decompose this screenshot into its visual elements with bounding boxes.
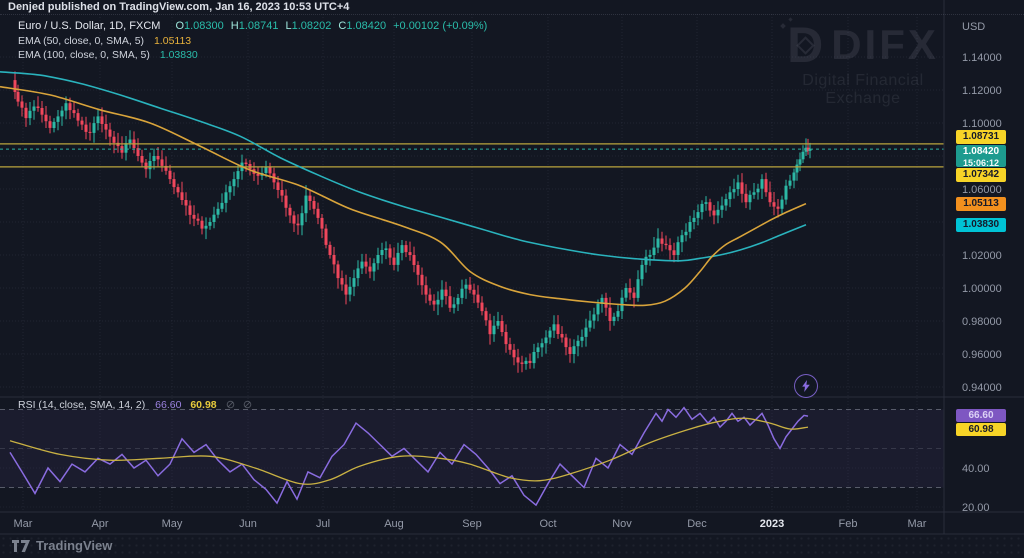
price-axis-drag-area[interactable] bbox=[944, 0, 1024, 535]
open-value: 1.08300 bbox=[184, 20, 224, 32]
published-strip: Denjed published on TradingView.com, Jan… bbox=[0, 0, 1024, 15]
tradingview-icon bbox=[12, 540, 31, 552]
tradingview-label: TradingView bbox=[36, 538, 112, 553]
ema50-value: 1.05113 bbox=[154, 35, 191, 47]
trading-chart-window: USD1.140001.120001.100001.060001.020001.… bbox=[0, 0, 1024, 558]
ema50-price-badge: 1.05113 bbox=[956, 197, 1006, 211]
indicator-row-rsi[interactable]: RSI (14, close, SMA, 14, 2) 66.60 60.98 bbox=[18, 399, 252, 412]
quick-trade-lightning-button[interactable] bbox=[794, 374, 818, 398]
rsi-value: 66.60 bbox=[155, 399, 181, 411]
ema50-label: EMA (50, close, 0, SMA, 5) bbox=[18, 35, 144, 47]
rsi-ma-value-badge: 60.98 bbox=[956, 423, 1006, 436]
candlesticks bbox=[14, 71, 812, 372]
hide-indicator-icon[interactable] bbox=[226, 400, 235, 412]
time-axis-drag-area[interactable] bbox=[0, 512, 944, 535]
watermark-title: DIFX bbox=[831, 22, 939, 68]
ema100-label: EMA (100, close, 0, SMA, 5) bbox=[18, 49, 150, 61]
symbol-title[interactable]: Euro / U.S. Dollar, 1D, FXCM bbox=[18, 20, 160, 32]
rsi-value-badge: 66.60 bbox=[956, 409, 1006, 422]
low-value: 1.08202 bbox=[292, 20, 332, 32]
difx-watermark: D DIFX Digital Financial Exchange bbox=[768, 20, 958, 108]
support-price-badge: 1.07342 bbox=[956, 168, 1006, 182]
difx-logo-icon: D bbox=[787, 20, 823, 70]
symbol-legend[interactable]: Euro / U.S. Dollar, 1D, FXCMO1.08300H1.0… bbox=[18, 20, 487, 32]
rsi-band bbox=[0, 410, 944, 488]
rsi-label: RSI (14, close, SMA, 14, 2) bbox=[18, 399, 145, 411]
close-value: 1.08420 bbox=[346, 20, 386, 32]
rsi-ma-value: 60.98 bbox=[190, 399, 216, 411]
open-label: O bbox=[175, 20, 184, 32]
ema100-price-badge: 1.03830 bbox=[956, 218, 1006, 232]
watermark-subtitle: Digital Financial Exchange bbox=[768, 72, 958, 108]
change-value: +0.00102 (+0.09%) bbox=[393, 20, 487, 32]
lightning-icon bbox=[801, 380, 811, 392]
ema50-line[interactable] bbox=[0, 87, 806, 306]
published-note: Denjed published on TradingView.com, Jan… bbox=[8, 1, 349, 13]
high-value: 1.08741 bbox=[239, 20, 279, 32]
more-options-icon[interactable] bbox=[243, 400, 252, 412]
last-price-badge: 1.0842015:06:12 bbox=[956, 145, 1006, 167]
bottom-strip bbox=[0, 535, 1024, 558]
high-label: H bbox=[231, 20, 239, 32]
tradingview-logo[interactable]: TradingView bbox=[12, 538, 112, 553]
indicator-row-ema50[interactable]: EMA (50, close, 0, SMA, 5) 1.05113 bbox=[18, 35, 191, 47]
resistance-price-badge: 1.08731 bbox=[956, 130, 1006, 144]
indicator-row-ema100[interactable]: EMA (100, close, 0, SMA, 5) 1.03830 bbox=[18, 49, 198, 61]
ema100-value: 1.03830 bbox=[160, 49, 198, 61]
